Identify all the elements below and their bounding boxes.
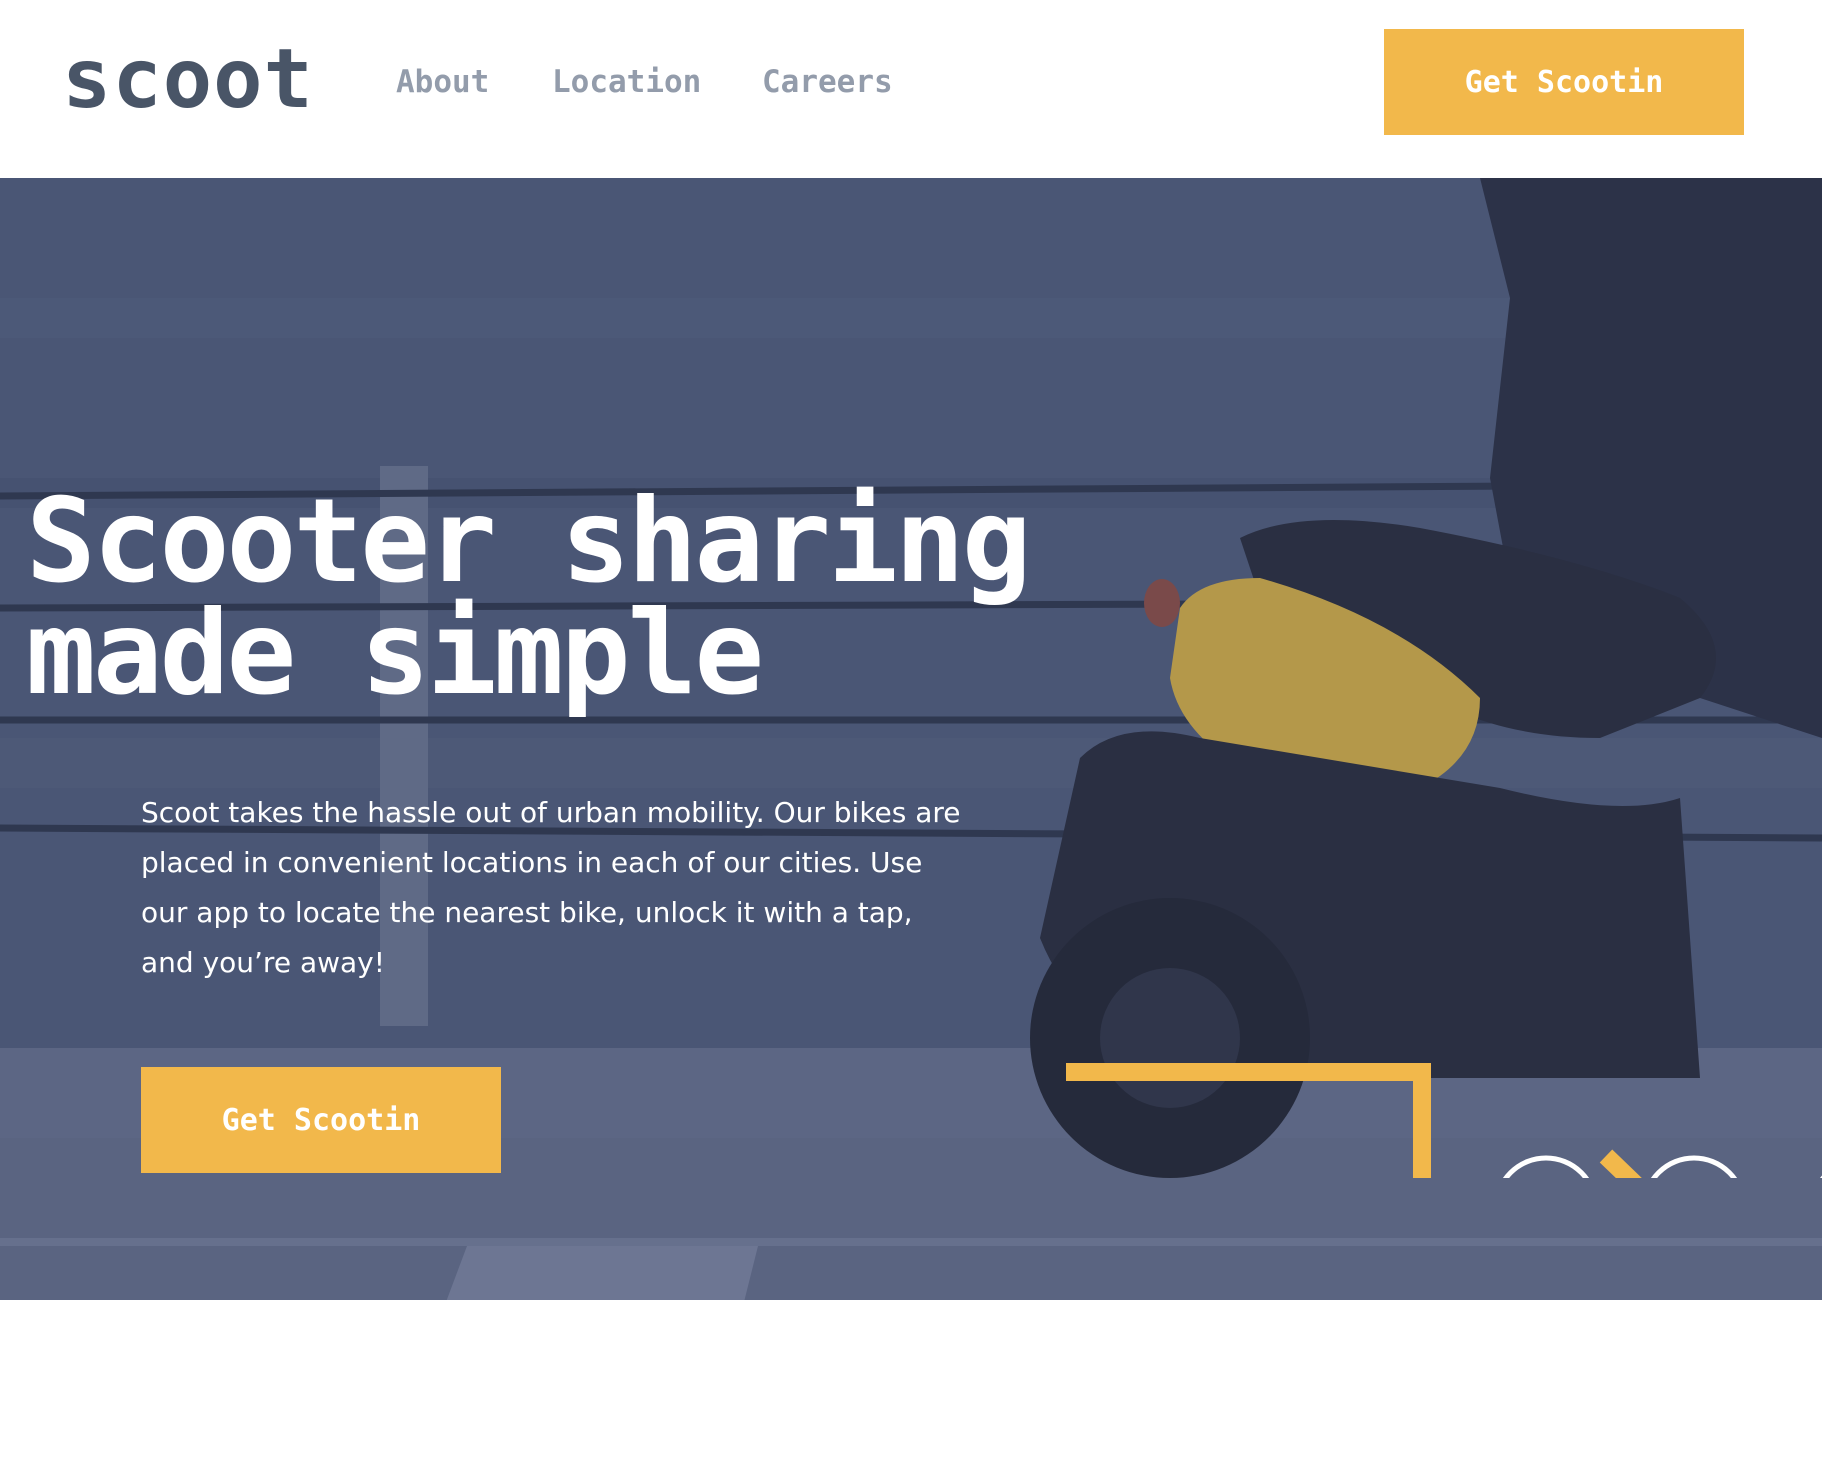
header-get-scootin-button[interactable]: Get Scootin xyxy=(1384,29,1744,135)
hero-description: Scoot takes the hassle out of urban mobi… xyxy=(141,796,961,979)
nav-link-location[interactable]: Location xyxy=(552,60,701,104)
hero-section: Scooter sharing made simple Scoot takes … xyxy=(0,178,1822,1478)
nav-link-careers[interactable]: Careers xyxy=(762,60,893,104)
page-bottom xyxy=(0,1300,1822,1480)
hero-get-scootin-button[interactable]: Get Scootin xyxy=(141,1067,501,1173)
logo[interactable]: scoot xyxy=(62,30,314,130)
nav-link-about[interactable]: About xyxy=(396,60,489,104)
hero-heading: Scooter sharing made simple xyxy=(26,474,1126,721)
arrow-path-icon xyxy=(1066,1063,1822,1178)
site-header: scoot About Location Careers Get Scootin xyxy=(0,0,1822,178)
hero-heading-line-2: made simple xyxy=(26,586,764,721)
hero-heading-line-1: Scooter sharing xyxy=(26,474,1032,609)
